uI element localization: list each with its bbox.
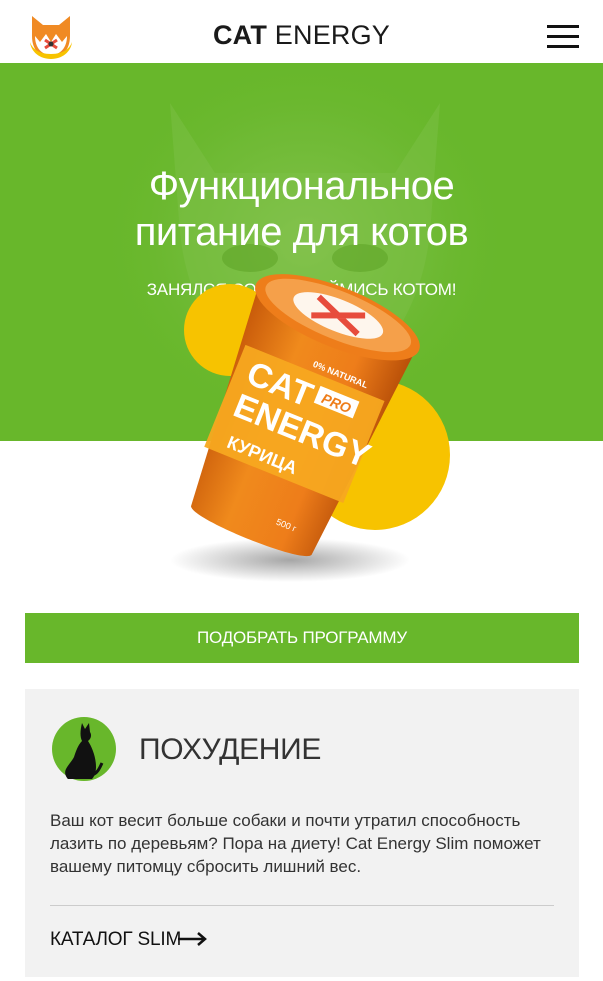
hero-title-line1: Функциональное — [148, 164, 455, 208]
brand-light: ENERGY — [274, 20, 391, 50]
card-divider — [50, 905, 554, 906]
brand-bold: CAT — [212, 20, 268, 50]
arrow-right-icon[interactable] — [178, 930, 208, 948]
card-title: ПОХУДЕНИЕ — [139, 733, 322, 766]
choose-program-button[interactable]: ПОДОБРАТЬ ПРОГРАММУ — [25, 613, 579, 663]
cat-silhouette-icon — [52, 717, 116, 781]
catalog-slim-link[interactable]: КАТАЛОГ SLIM — [50, 929, 181, 951]
card-description: Ваш кот весит больше собаки и почти утра… — [50, 811, 541, 876]
product-image: CAT ENERGY PRO 0% NATURAL КУРИЦА 500 г — [170, 274, 450, 582]
hamburger-menu-icon[interactable] — [547, 25, 579, 49]
program-card-slim: ПОХУДЕНИЕ Ваш кот весит больше собаки и … — [25, 689, 579, 977]
site-brand[interactable]: CAT ENERGY — [0, 20, 603, 51]
site-header: CAT ENERGY — [0, 0, 603, 63]
